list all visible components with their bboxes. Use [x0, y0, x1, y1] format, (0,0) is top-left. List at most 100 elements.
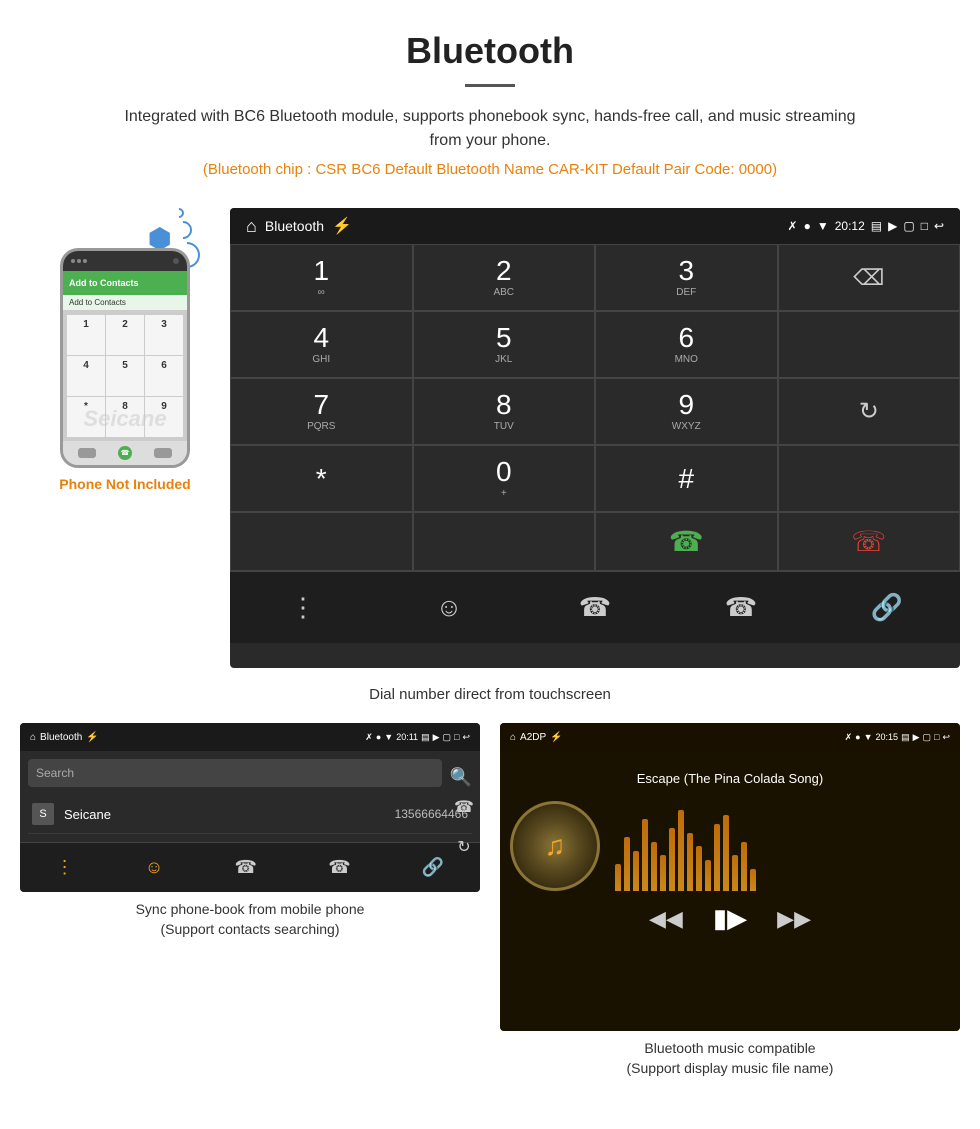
music-controls: ◀◀ ▮▶ ▶▶ [649, 891, 811, 946]
dialer-key-1[interactable]: 1 ∞ [230, 244, 413, 311]
home-icon[interactable]: ⌂ [246, 216, 257, 237]
key-num-6: 6 [678, 324, 694, 352]
key-num-2: 2 [496, 257, 512, 285]
dialer-key-3[interactable]: 3 DEF [595, 244, 778, 311]
phone-key-5[interactable]: 5 [106, 356, 144, 396]
music-back[interactable]: ↩ [942, 732, 950, 743]
dialer-key-7[interactable]: 7 PQRS [230, 378, 413, 445]
nav-link-icon[interactable]: 🔗 [862, 583, 912, 633]
phone-btn-2[interactable] [154, 448, 172, 458]
nav-contacts-icon[interactable]: ☺ [424, 583, 474, 633]
dialer-key-star[interactable]: * [230, 445, 413, 512]
page-header: Bluetooth Integrated with BC6 Bluetooth … [0, 0, 980, 208]
music-signal: ▼ [864, 732, 873, 742]
phone-call-btn[interactable]: ☎ [118, 446, 132, 460]
dialer-key-backspace[interactable]: ⌫ [778, 244, 961, 311]
phone-add-contact: Add to Contacts [63, 295, 187, 311]
phone-mockup-area: ⬢ Add [20, 208, 230, 492]
pb-nav-grid[interactable]: ⋮ [56, 857, 74, 878]
dialer-key-6[interactable]: 6 MNO [595, 311, 778, 378]
phone-key-2[interactable]: 2 [106, 315, 144, 355]
music-home-icon[interactable]: ⌂ [510, 732, 516, 743]
key-letters-0: + [501, 488, 507, 499]
side-phone-icon[interactable]: ☎ [448, 791, 480, 823]
phone-key-9[interactable]: 9 [145, 397, 183, 437]
contact-row[interactable]: S Seicane 13566664466 [28, 795, 472, 834]
side-icons: ☎ ↻ [448, 791, 480, 863]
bottom-screenshots: ⌂ Bluetooth ⚡ ✗ ● ▼ 20:11 ▤ ▶ ▢ □ ↩ [20, 723, 960, 1078]
phone-key-6[interactable]: 6 [145, 356, 183, 396]
music-caption-line2: (Support display music file name) [627, 1060, 834, 1076]
pb-usb-icon: ⚡ [86, 732, 98, 743]
dot-2 [77, 259, 81, 263]
side-refresh-icon[interactable]: ↻ [448, 831, 480, 863]
backspace-icon: ⌫ [853, 265, 884, 291]
dialer-key-9[interactable]: 9 WXYZ [595, 378, 778, 445]
bar-5 [651, 842, 657, 892]
refresh-icon: ↻ [859, 397, 879, 426]
phonebook-search[interactable]: Search [28, 759, 442, 787]
bar-2 [624, 837, 630, 891]
car-bottom-nav: ⋮ ☺ ☎ ☎ 🔗 [230, 571, 960, 643]
wave-2 [170, 217, 195, 242]
phone-header-text: Add to Contacts [69, 278, 139, 288]
dialer-key-2[interactable]: 2 ABC [413, 244, 596, 311]
dialer-hangup-button[interactable]: ☏ [778, 512, 961, 571]
dialer-key-4[interactable]: 4 GHI [230, 311, 413, 378]
key-letters-2: ABC [493, 287, 514, 298]
music-play-pause-button[interactable]: ▮▶ [713, 903, 747, 934]
bar-12 [714, 824, 720, 892]
search-icon[interactable]: 🔍 [450, 767, 472, 788]
nav-phone-icon[interactable]: ☎ [570, 583, 620, 633]
phonebook-caption: Sync phone-book from mobile phone (Suppo… [136, 900, 365, 939]
dot-3 [83, 259, 87, 263]
phone-key-4[interactable]: 4 [67, 356, 105, 396]
pb-nav-link[interactable]: 🔗 [422, 857, 444, 878]
page-title: Bluetooth [20, 30, 960, 72]
phone-btn-1[interactable] [78, 448, 96, 458]
bar-10 [696, 846, 702, 891]
dialer-key-8[interactable]: 8 TUV [413, 378, 596, 445]
pb-nav-user[interactable]: ☺ [145, 857, 163, 878]
phone-key-star[interactable]: * [67, 397, 105, 437]
dialer-key-hash[interactable]: # [595, 445, 778, 512]
hangup-icon: ☏ [851, 525, 886, 558]
dialer-key-refresh[interactable]: ↻ [778, 378, 961, 445]
music-next-button[interactable]: ▶▶ [777, 906, 811, 932]
music-time: 20:15 [876, 732, 899, 742]
music-cam: ▤ [901, 732, 910, 743]
pb-vol: ▶ [433, 732, 440, 743]
bar-11 [705, 860, 711, 892]
dialer-key-0[interactable]: 0 + [413, 445, 596, 512]
dialer-call-button[interactable]: ☎ [595, 512, 778, 571]
phone-key-8[interactable]: 8 [106, 397, 144, 437]
dialer-empty-4 [413, 512, 596, 571]
music-statusbar-left: ⌂ A2DP ⚡ [510, 732, 563, 743]
key-letters-5: JKL [495, 354, 512, 365]
music-prev-button[interactable]: ◀◀ [649, 906, 683, 932]
nav-grid-icon[interactable]: ⋮ [278, 583, 328, 633]
pb-back[interactable]: ↩ [462, 732, 470, 743]
music-mute: ▢ [923, 732, 932, 743]
pb-nav-phone[interactable]: ☎ [235, 857, 257, 878]
bar-16 [750, 869, 756, 892]
dialer-key-5[interactable]: 5 JKL [413, 311, 596, 378]
phonebook-screenshot-item: ⌂ Bluetooth ⚡ ✗ ● ▼ 20:11 ▤ ▶ ▢ □ ↩ [20, 723, 480, 1078]
mute-icon: ▢ [903, 219, 914, 233]
phone-key-1[interactable]: 1 [67, 315, 105, 355]
bar-8 [678, 810, 684, 891]
pb-statusbar-right: ✗ ● ▼ 20:11 ▤ ▶ ▢ □ ↩ [365, 732, 470, 743]
music-caption-line1: Bluetooth music compatible [644, 1040, 815, 1056]
statusbar-right: ✗ ● ▼ 20:12 ▤ ▶ ▢ □ ↩ [788, 219, 944, 233]
nav-bluetooth-icon[interactable]: ☎ [716, 583, 766, 633]
bluetooth-specs: (Bluetooth chip : CSR BC6 Default Blueto… [20, 161, 960, 178]
music-center-area: ♫ [510, 801, 950, 891]
bar-6 [660, 855, 666, 891]
back-icon[interactable]: ↩ [934, 219, 944, 233]
pb-nav-bt[interactable]: ☎ [328, 857, 350, 878]
key-num-9: 9 [678, 391, 694, 419]
phone-screen-header: Add to Contacts [63, 271, 187, 295]
pb-home-icon[interactable]: ⌂ [30, 732, 36, 743]
phone-key-3[interactable]: 3 [145, 315, 183, 355]
top-section: ⬢ Add [20, 208, 960, 668]
